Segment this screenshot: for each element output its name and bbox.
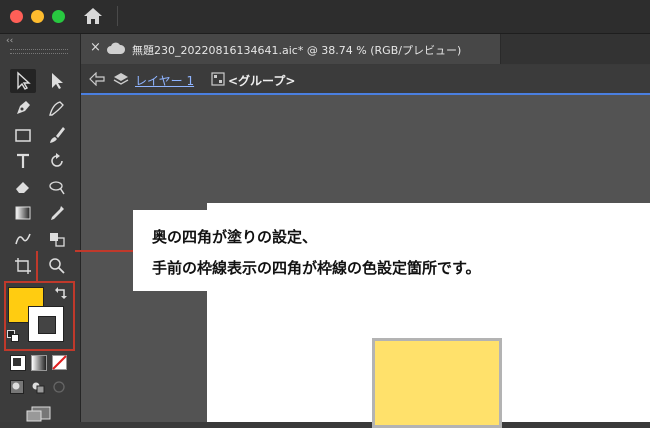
gradient-icon: [15, 206, 31, 220]
curvature-pen-icon: [49, 101, 64, 116]
close-window-button[interactable]: [10, 10, 23, 23]
annotation-callout: [133, 210, 650, 291]
shape-builder-icon: [50, 233, 65, 247]
toolbar-divider: [117, 6, 118, 26]
warp-tool[interactable]: [44, 175, 70, 199]
annotation-highlight-box: [4, 281, 75, 351]
cloud-icon: [107, 42, 126, 54]
draw-behind-icon[interactable]: [31, 380, 45, 394]
magnifier-icon: [49, 258, 65, 274]
type-tool[interactable]: [10, 149, 36, 173]
rectangle-tool[interactable]: [10, 123, 36, 147]
annotation-line-1: 奥の四角が塗りの設定、: [152, 228, 318, 246]
blend-tool[interactable]: [10, 227, 36, 251]
rotate-tool[interactable]: [44, 149, 70, 173]
gradient-tool[interactable]: [10, 201, 36, 225]
pen-tool[interactable]: [10, 96, 36, 120]
artboard-icon: [15, 258, 31, 274]
home-icon[interactable]: [82, 6, 104, 26]
shape-builder-tool[interactable]: [44, 227, 70, 251]
tab-close-button[interactable]: ×: [90, 40, 101, 55]
annotation-line-2: 手前の枠線表示の四角が枠線の色設定箇所です。: [152, 259, 481, 277]
minimize-window-button[interactable]: [31, 10, 44, 23]
back-arrow-icon[interactable]: [89, 72, 105, 86]
zoom-window-button[interactable]: [52, 10, 65, 23]
paintbrush-icon: [50, 127, 65, 143]
tab-title: 無題230_20220816134641.aic* @ 38.74 % (RGB…: [132, 44, 462, 57]
screen-mode-icon[interactable]: [26, 406, 52, 422]
color-mode-inner: [13, 358, 21, 366]
none-mode-button[interactable]: [52, 355, 67, 370]
rectangle-icon: [15, 129, 31, 142]
breadcrumb-layer[interactable]: レイヤー 1: [135, 72, 194, 89]
warp-icon: [49, 181, 65, 195]
rotate-icon: [51, 153, 63, 167]
eyedropper-tool[interactable]: [44, 201, 70, 225]
selection-tool[interactable]: [10, 69, 36, 93]
paintbrush-tool[interactable]: [44, 123, 70, 147]
draw-inside-icon[interactable]: [52, 380, 66, 394]
curvature-tool[interactable]: [44, 96, 70, 120]
layers-icon: [113, 73, 129, 85]
group-icon: [211, 72, 225, 86]
draw-normal-icon[interactable]: [10, 380, 24, 394]
eraser-icon: [16, 182, 29, 193]
artboard-tool[interactable]: [10, 254, 36, 278]
eyedropper-icon: [51, 206, 64, 220]
zoom-tool[interactable]: [44, 254, 70, 278]
pen-icon: [17, 101, 30, 114]
eraser-tool[interactable]: [10, 175, 36, 199]
breadcrumb-group[interactable]: <グループ>: [228, 72, 295, 89]
selection-arrow-icon: [17, 71, 31, 90]
panel-grip[interactable]: [10, 49, 68, 54]
gradient-mode-button[interactable]: [31, 355, 47, 371]
artwork-rectangle[interactable]: [372, 338, 502, 428]
direct-selection-arrow-icon: [52, 73, 63, 89]
direct-selection-tool[interactable]: [44, 69, 70, 93]
panel-collapse-button[interactable]: ‹‹: [6, 36, 13, 46]
type-icon: [17, 153, 29, 168]
blend-icon: [15, 233, 31, 245]
annotation-connector: [36, 251, 38, 281]
annotation-connector: [75, 250, 133, 252]
